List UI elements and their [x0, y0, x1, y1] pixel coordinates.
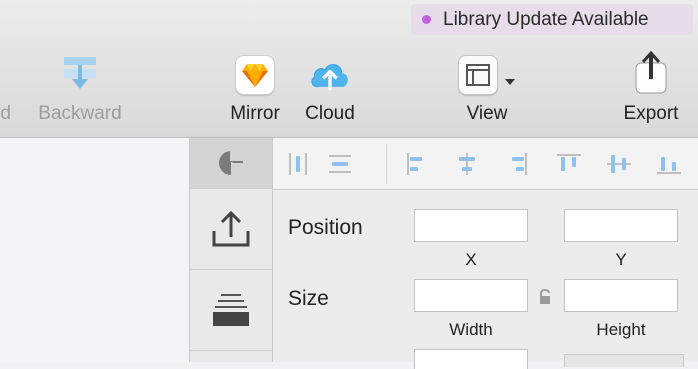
chevron-down-icon — [505, 79, 515, 85]
inspector-panel: Position X Y Size Width Height — [189, 138, 698, 369]
position-label: Position — [288, 216, 363, 239]
distribute-vertical-icon[interactable] — [327, 151, 353, 177]
inspector-icon — [219, 151, 244, 176]
backward-label: Backward — [38, 103, 122, 124]
layers-tab[interactable] — [190, 270, 272, 351]
align-vertical-center-icon[interactable] — [606, 151, 632, 177]
view-button[interactable]: View — [447, 53, 527, 125]
width-label: Width — [449, 320, 493, 339]
align-horizontal-center-icon[interactable] — [454, 151, 480, 177]
lock-icon[interactable] — [538, 288, 552, 306]
toolbar-divider — [386, 144, 387, 184]
toolbar: Library Update Available rd Backward — [0, 0, 698, 138]
notification-dot-icon — [422, 15, 431, 24]
align-top-icon[interactable] — [556, 151, 582, 177]
canvas-area[interactable] — [0, 138, 189, 362]
view-label: View — [466, 103, 508, 124]
align-right-icon[interactable] — [504, 151, 530, 177]
mirror-button[interactable]: Mirror — [222, 53, 288, 125]
x-label: X — [465, 250, 477, 269]
cloud-upload-icon — [308, 53, 352, 97]
height-field[interactable] — [564, 279, 678, 312]
view-layout-icon — [458, 55, 498, 95]
align-left-icon[interactable] — [404, 151, 430, 177]
height-label: Height — [596, 320, 646, 339]
size-label: Size — [288, 287, 329, 310]
distribute-horizontal-icon[interactable] — [285, 151, 311, 177]
export-icon — [212, 210, 250, 247]
inspector-side-rail — [190, 138, 273, 362]
sketch-mirror-icon — [235, 55, 275, 95]
export-button[interactable]: Export — [613, 49, 689, 125]
export-label: Export — [623, 103, 679, 124]
forward-button-label[interactable]: rd — [0, 103, 11, 125]
inspector-tab[interactable] — [190, 138, 272, 189]
align-bottom-icon[interactable] — [656, 151, 682, 177]
y-label: Y — [615, 250, 627, 269]
alignment-toolbar — [273, 138, 698, 190]
mirror-label: Mirror — [230, 103, 280, 124]
position-x-field[interactable] — [414, 209, 528, 242]
flip-control[interactable] — [564, 354, 684, 367]
cloud-label: Cloud — [305, 103, 355, 124]
library-update-badge[interactable]: Library Update Available — [411, 4, 693, 35]
library-update-label: Library Update Available — [443, 8, 649, 30]
export-tab[interactable] — [190, 189, 272, 270]
backward-button[interactable]: Backward — [32, 53, 128, 125]
layers-icon — [213, 294, 249, 326]
transform-field[interactable] — [414, 349, 528, 369]
width-field[interactable] — [414, 279, 528, 312]
backward-icon — [58, 53, 102, 97]
position-y-field[interactable] — [564, 209, 678, 242]
export-share-icon — [629, 49, 673, 97]
properties-area: Position X Y Size Width Height — [273, 190, 698, 369]
cloud-button[interactable]: Cloud — [298, 53, 362, 125]
